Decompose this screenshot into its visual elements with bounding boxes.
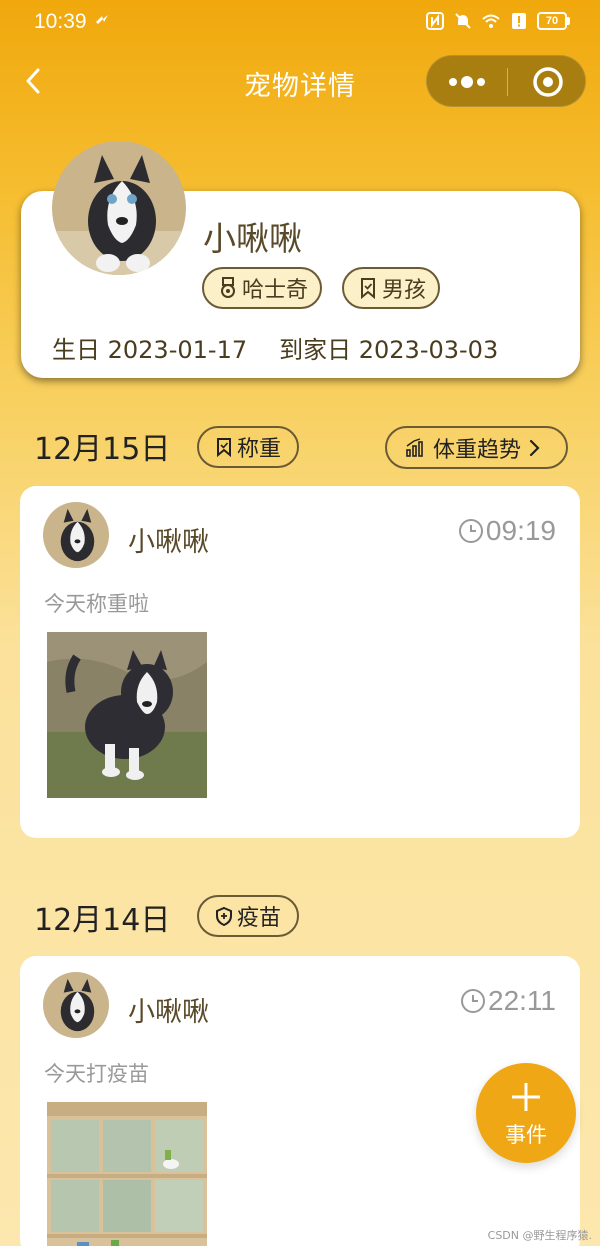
event-pet-name: 小啾啾 — [128, 527, 209, 558]
weight-trend-button[interactable]: 体重趋势 — [385, 426, 568, 469]
event-time: 22:11 — [460, 985, 556, 1017]
breed-label: 哈士奇 — [242, 278, 309, 303]
gender-label: 男孩 — [382, 278, 427, 303]
pet-avatar[interactable] — [52, 141, 186, 275]
plus-icon — [512, 1083, 540, 1111]
event-time: 09:19 — [458, 515, 556, 547]
home-date: 到家日 2023-03-03 — [279, 336, 499, 364]
event-photo[interactable] — [47, 1102, 207, 1246]
event-time-text: 09:19 — [485, 515, 556, 546]
event-photo[interactable] — [47, 632, 207, 798]
pet-dates: 生日 2023-01-17 到家日 2023-03-03 — [52, 330, 498, 365]
battery-icon: 70 — [537, 12, 570, 30]
watermark: CSDN @野生程序猿. — [487, 1229, 592, 1242]
event-pet-name: 小啾啾 — [128, 997, 209, 1028]
event-card[interactable]: 小啾啾 09:19 今天称重啦 — [20, 486, 580, 838]
status-bar: 10:39 70 — [0, 0, 600, 46]
breed-tag: 哈士奇 — [202, 267, 323, 309]
clock-icon — [461, 989, 485, 1013]
nav-bar: 宠物详情 — [0, 50, 600, 114]
event-type-tag: 疫苗 — [197, 895, 300, 937]
event-type-label: 称重 — [237, 437, 282, 462]
weight-trend-label: 体重趋势 — [433, 437, 522, 463]
bookmark-icon — [361, 278, 375, 299]
mute-icon — [455, 13, 471, 29]
day-date: 12月15日 — [34, 432, 171, 467]
event-type-label: 疫苗 — [237, 906, 282, 931]
add-event-button[interactable]: 事件 — [476, 1063, 576, 1163]
nfc-icon — [426, 12, 444, 30]
shield-icon — [216, 906, 232, 926]
day-date: 12月14日 — [34, 903, 171, 938]
flash-icon — [96, 15, 108, 24]
add-event-label: 事件 — [505, 1123, 547, 1147]
chevron-right-icon — [529, 439, 540, 456]
event-description: 今天打疫苗 — [44, 1062, 149, 1086]
event-description: 今天称重啦 — [44, 592, 149, 616]
status-time: 10:39 — [34, 10, 87, 33]
battery-level: 70 — [537, 12, 567, 30]
bookmark-icon — [217, 438, 231, 457]
more-icon[interactable] — [427, 56, 507, 108]
gender-tag: 男孩 — [342, 267, 441, 309]
alert-icon — [512, 13, 526, 29]
close-target-icon[interactable] — [508, 56, 587, 108]
medal-icon — [221, 277, 235, 298]
birthday: 生日 2023-01-17 — [52, 336, 248, 364]
event-type-tag: 称重 — [197, 426, 300, 468]
avatar — [43, 972, 109, 1038]
pet-name: 小啾啾 — [203, 219, 302, 258]
avatar — [43, 502, 109, 568]
event-time-text: 22:11 — [488, 985, 556, 1016]
wifi-icon — [482, 14, 500, 28]
mini-program-capsule — [426, 55, 586, 107]
bar-chart-icon — [406, 437, 423, 457]
clock-icon — [458, 519, 483, 543]
